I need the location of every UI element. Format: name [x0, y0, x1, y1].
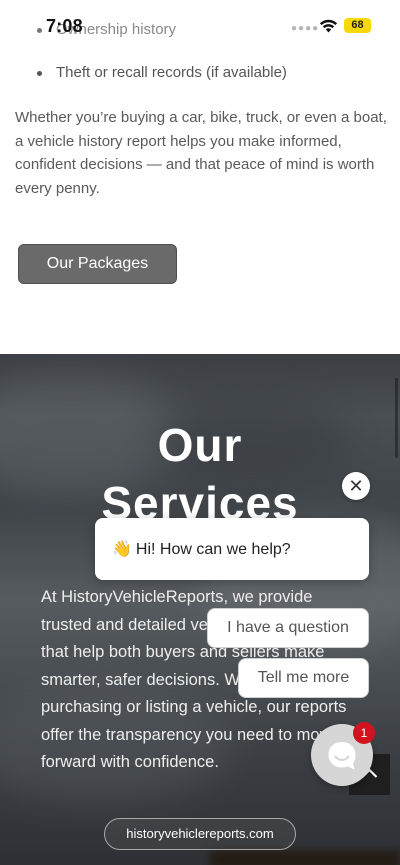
our-packages-button[interactable]: Our Packages	[18, 244, 177, 284]
close-chat-button[interactable]: ✕	[342, 472, 370, 500]
chat-greeting-bubble[interactable]: 👋 Hi! How can we help?	[95, 518, 369, 580]
wifi-icon	[319, 19, 338, 33]
bullet-icon	[37, 71, 42, 76]
domain-button[interactable]: historyvehiclereports.com	[104, 818, 296, 850]
services-title-line1: Our	[157, 419, 243, 471]
scrollbar[interactable]	[395, 378, 398, 458]
ground-silhouette	[210, 850, 400, 865]
list-item-text: Theft or recall records (if available)	[56, 64, 287, 81]
notification-badge: 1	[353, 722, 375, 744]
wave-icon: 👋	[112, 541, 132, 558]
intro-paragraph: Whether you’re buying a car, bike, truck…	[15, 109, 387, 197]
quick-reply-question[interactable]: I have a question	[207, 608, 369, 648]
battery-icon: 68	[344, 18, 371, 33]
quick-reply-more[interactable]: Tell me more	[238, 658, 369, 698]
chat-icon	[328, 742, 356, 770]
signal-dots-icon: ●●●●	[291, 23, 320, 34]
status-bar: 7:08 ●●●● 68	[0, 0, 400, 54]
list-item: Theft or recall records (if available)	[37, 64, 287, 81]
status-time: 7:08	[46, 16, 83, 36]
chat-greeting-text: Hi! How can we help?	[135, 541, 291, 558]
